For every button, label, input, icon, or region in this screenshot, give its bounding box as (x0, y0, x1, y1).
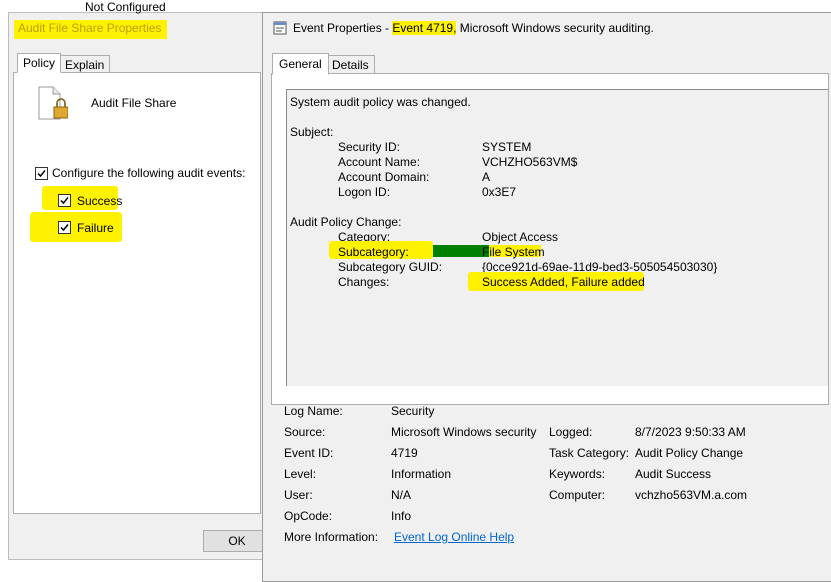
opcode-label: OpCode: (284, 509, 333, 523)
description-headline: System audit policy was changed. (290, 95, 471, 109)
level-label: Level: (284, 467, 317, 481)
account-domain-label: Account Domain: (338, 170, 430, 184)
file-lock-icon (36, 86, 69, 122)
title-suffix: Microsoft Windows security auditing. (456, 21, 654, 35)
event-viewer-icon (273, 21, 287, 35)
keywords-label: Keywords: (549, 467, 606, 481)
logged-label: Logged: (549, 425, 593, 439)
title-prefix: Event Properties - (293, 21, 393, 35)
success-checkbox[interactable] (58, 194, 71, 207)
changes-value: Success Added, Failure added (482, 275, 645, 289)
success-label: Success (77, 194, 123, 208)
changes-label: Changes: (338, 275, 390, 289)
event-window-title: Event Properties - Event 4719, Microsoft… (293, 21, 654, 35)
event-id-label: Event ID: (284, 446, 334, 460)
failure-label: Failure (77, 221, 114, 235)
subject-header: Subject: (290, 125, 334, 139)
log-name-value: Security (391, 404, 435, 418)
user-label: User: (284, 488, 313, 502)
ok-button[interactable]: OK (203, 530, 271, 552)
logon-id-value: 0x3E7 (482, 185, 517, 199)
task-category-label: Task Category: (549, 446, 630, 460)
configure-audit-label: Configure the following audit events: (52, 166, 246, 180)
source-label: Source: (284, 425, 326, 439)
user-value: N/A (391, 488, 412, 502)
security-id-value: SYSTEM (482, 140, 532, 154)
keywords-value: Audit Success (635, 467, 712, 481)
computer-label: Computer: (549, 488, 606, 502)
tab-general[interactable]: General (272, 53, 329, 75)
account-name-label: Account Name: (338, 155, 421, 169)
security-id-label: Security ID: (338, 140, 401, 154)
subcategory-label: Subcategory: (338, 245, 409, 259)
failure-checkbox[interactable] (58, 221, 71, 234)
configure-audit-checkbox[interactable] (35, 167, 48, 180)
event-log-online-help-link[interactable]: Event Log Online Help (394, 530, 514, 544)
logon-id-label: Logon ID: (338, 185, 391, 199)
event-id-value: 4719 (391, 446, 418, 460)
subcategory-guid-label: Subcategory GUID: (338, 260, 443, 274)
account-name-value: VCHZHO563VM$ (482, 155, 578, 169)
policy-tab-panel (13, 72, 261, 514)
computer-value: vchzho563VM.a.com (635, 488, 748, 502)
opcode-value: Info (391, 509, 412, 523)
left-dialog-title: Audit File Share Properties (14, 20, 168, 39)
source-value: Microsoft Windows security (391, 425, 537, 439)
logged-value: 8/7/2023 9:50:33 AM (635, 425, 746, 439)
subcategory-green-marker (433, 245, 489, 257)
log-name-label: Log Name: (284, 404, 343, 418)
account-domain-value: A (482, 170, 491, 184)
not-configured-label: Not Configured (85, 0, 166, 14)
tab-policy[interactable]: Policy (17, 53, 62, 73)
more-information-label: More Information: (284, 530, 379, 544)
tab-details[interactable]: Details (326, 55, 375, 75)
policy-name: Audit File Share (91, 96, 177, 110)
task-category-value: Audit Policy Change (635, 446, 744, 460)
category-value: Object Access (482, 230, 559, 244)
event-description-box[interactable]: System audit policy was changed. Subject… (286, 89, 828, 386)
subcategory-value: File System (482, 245, 545, 259)
title-event-id: Event 4719, (392, 21, 457, 35)
level-value: Information (391, 467, 452, 481)
audit-policy-change-header: Audit Policy Change: (290, 215, 402, 229)
